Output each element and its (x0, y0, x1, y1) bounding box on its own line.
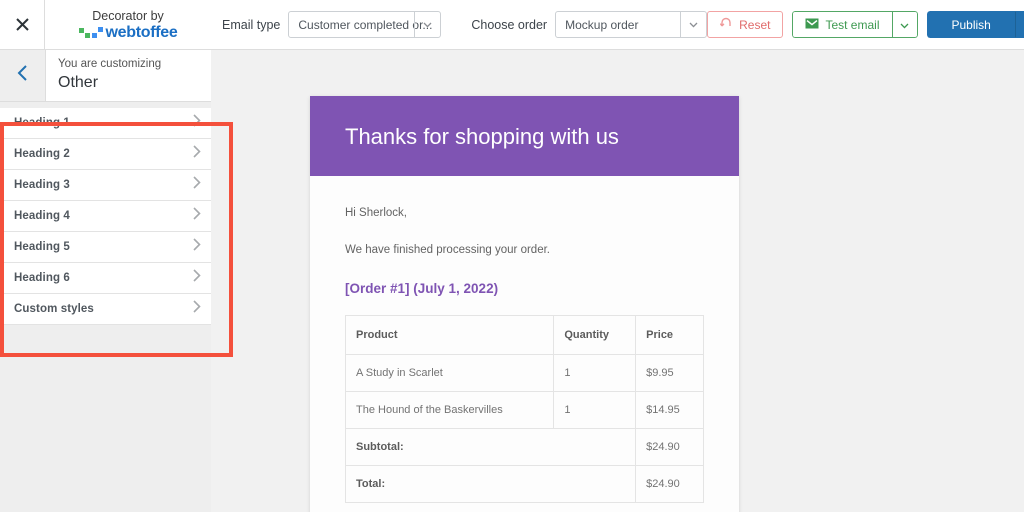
chevron-down-icon[interactable] (680, 12, 706, 37)
sidebar-item-heading-6[interactable]: Heading 6 (0, 263, 211, 294)
table-row-subtotal: Subtotal: $24.90 (346, 429, 704, 466)
cell-price: $14.95 (636, 392, 704, 429)
choose-order-label: Choose order (471, 18, 547, 32)
chevron-right-icon (193, 238, 201, 256)
cell-product: The Hound of the Baskervilles (346, 392, 554, 429)
reset-button[interactable]: Reset (707, 11, 783, 38)
email-body: Hi Sherlock, We have finished processing… (310, 176, 739, 512)
reset-label: Reset (739, 18, 770, 32)
chevron-down-icon[interactable] (414, 12, 440, 37)
column-header-product: Product (346, 316, 554, 355)
sidebar-item-heading-4[interactable]: Heading 4 (0, 201, 211, 232)
column-header-price: Price (636, 316, 704, 355)
cell-product: A Study in Scarlet (346, 355, 554, 392)
sidebar-item-heading-3[interactable]: Heading 3 (0, 170, 211, 201)
sidebar-item-custom-styles[interactable]: Custom styles (0, 294, 211, 325)
close-customizer-button[interactable] (0, 0, 45, 49)
sidebar-item-heading-1[interactable]: Heading 1 (0, 108, 211, 139)
test-email-label: Test email (825, 18, 879, 32)
publish-label: Publish (952, 18, 991, 32)
column-header-quantity: Quantity (554, 316, 636, 355)
choose-order-select[interactable]: Mockup order (555, 11, 707, 38)
envelope-icon (805, 18, 819, 32)
choose-order-value: Mockup order (556, 12, 680, 37)
chevron-right-icon (193, 114, 201, 132)
customizing-text-block: You are customizing Other (45, 50, 211, 101)
sidebar-item-label: Heading 2 (14, 148, 70, 160)
sidebar-item-label: Custom styles (14, 303, 94, 315)
cell-quantity: 1 (554, 392, 636, 429)
test-email-button-group: Test email (792, 11, 917, 38)
cell-subtotal-value: $24.90 (636, 429, 704, 466)
sidebar-item-label: Heading 5 (14, 241, 70, 253)
customizer-app: Decorator by webtoffee You are custom (0, 0, 1024, 512)
cell-subtotal-label: Subtotal: (346, 429, 636, 466)
chevron-right-icon (193, 145, 201, 163)
back-button[interactable] (0, 50, 45, 101)
brand-logo-block: Decorator by webtoffee (45, 0, 211, 49)
brand-tagline: Decorator by (92, 9, 164, 23)
order-heading: [Order #1] (July 1, 2022) (345, 280, 704, 297)
customizer-sidebar: Decorator by webtoffee You are custom (0, 0, 211, 512)
email-header: Thanks for shopping with us (310, 96, 739, 176)
brand-name: webtoffee (106, 24, 178, 41)
customizing-label: You are customizing (58, 57, 211, 72)
test-email-dropdown-button[interactable] (892, 11, 918, 38)
email-type-select[interactable]: Customer completed or... (288, 11, 441, 38)
cell-total-value: $24.90 (636, 466, 704, 503)
list-bottom-spacer (0, 325, 211, 333)
email-preview-area: Thanks for shopping with us Hi Sherlock,… (211, 50, 1024, 512)
undo-icon (720, 17, 733, 32)
sidebar-item-label: Heading 4 (14, 210, 70, 222)
webtoffee-logo: webtoffee (79, 24, 178, 41)
customizing-header: You are customizing Other (0, 50, 211, 102)
publish-dropdown-button[interactable] (1016, 11, 1024, 38)
email-title: Thanks for shopping with us (345, 124, 739, 150)
publish-button-group: Publish (927, 11, 1024, 38)
table-header-row: Product Quantity Price (346, 316, 704, 355)
email-type-value: Customer completed or... (289, 12, 414, 37)
email-greeting: Hi Sherlock, (345, 206, 704, 221)
preview-toolbar: Email type Customer completed or... Choo… (211, 0, 1024, 50)
cell-quantity: 1 (554, 355, 636, 392)
sidebar-item-label: Heading 3 (14, 179, 70, 191)
email-preview-card: Thanks for shopping with us Hi Sherlock,… (310, 96, 739, 512)
sidebar-item-label: Heading 6 (14, 272, 70, 284)
chevron-down-icon (900, 16, 909, 34)
table-row-total: Total: $24.90 (346, 466, 704, 503)
cell-price: $9.95 (636, 355, 704, 392)
sidebar-item-heading-5[interactable]: Heading 5 (0, 232, 211, 263)
publish-button[interactable]: Publish (927, 11, 1016, 38)
chevron-right-icon (193, 207, 201, 225)
email-type-label: Email type (222, 18, 280, 32)
test-email-button[interactable]: Test email (792, 11, 891, 38)
table-row: A Study in Scarlet 1 $9.95 (346, 355, 704, 392)
logo-dots-icon (79, 26, 103, 39)
chevron-right-icon (193, 300, 201, 318)
close-icon (16, 18, 29, 31)
email-intro: We have finished processing your order. (345, 243, 704, 258)
table-row: The Hound of the Baskervilles 1 $14.95 (346, 392, 704, 429)
preview-pane: Email type Customer completed or... Choo… (211, 0, 1024, 512)
section-list: Heading 1 Heading 2 Heading 3 Heading 4 (0, 102, 211, 512)
sidebar-item-heading-2[interactable]: Heading 2 (0, 139, 211, 170)
sidebar-brand-bar: Decorator by webtoffee (0, 0, 211, 50)
order-table: Product Quantity Price A Study in Scarle… (345, 315, 704, 503)
chevron-right-icon (193, 176, 201, 194)
cell-total-label: Total: (346, 466, 636, 503)
chevron-left-icon (17, 65, 28, 86)
customizing-title: Other (58, 73, 211, 93)
sidebar-item-label: Heading 1 (14, 117, 70, 129)
chevron-right-icon (193, 269, 201, 287)
